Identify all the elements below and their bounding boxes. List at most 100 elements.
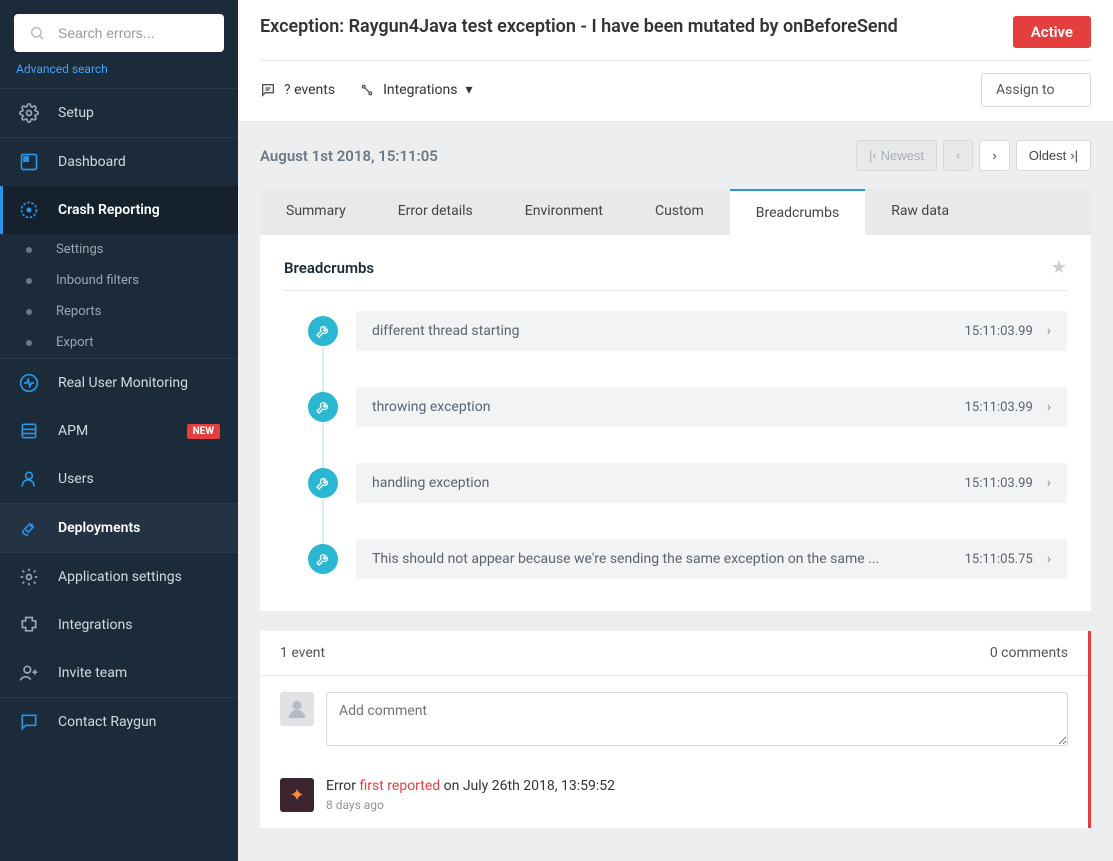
breadcrumb-message: handling exception	[372, 475, 951, 491]
tab-raw-data[interactable]: Raw data	[865, 189, 975, 235]
new-badge: NEW	[187, 424, 220, 439]
occurrence-date: August 1st 2018, 15:11:05	[260, 147, 438, 165]
timeline-line	[322, 329, 324, 561]
first-icon: |‹	[869, 148, 877, 163]
next-button[interactable]: ›	[979, 140, 1009, 171]
sidebar: Advanced search Setup Dashboard Crash	[0, 0, 238, 861]
raygun-icon: ✦	[280, 778, 314, 812]
breadcrumb-row: This should not appear because we're sen…	[308, 539, 1067, 579]
first-reported-link[interactable]: first reported	[360, 778, 441, 794]
puzzle-icon	[18, 614, 40, 636]
main-content: Exception: Raygun4Java test exception - …	[238, 0, 1113, 861]
breadcrumb-item[interactable]: This should not appear because we're sen…	[356, 539, 1067, 579]
search-box[interactable]	[14, 14, 224, 52]
sidebar-item-crash-reporting[interactable]: Crash Reporting	[0, 186, 238, 234]
sidebar-item-label: Dashboard	[58, 154, 126, 170]
chevron-right-icon: ›	[1047, 551, 1051, 567]
breadcrumb-row: throwing exception 15:11:03.99 ›	[308, 387, 1067, 427]
sidebar-sub-reports[interactable]: Reports	[0, 296, 238, 327]
chevron-right-icon: ›	[992, 148, 996, 163]
users-icon	[18, 468, 40, 490]
sidebar-item-label: APM	[58, 423, 88, 439]
breadcrumb-message: different thread starting	[372, 323, 951, 339]
status-pill[interactable]: Active	[1013, 16, 1091, 48]
page-title: Exception: Raygun4Java test exception - …	[260, 16, 999, 37]
tab-summary[interactable]: Summary	[260, 189, 372, 235]
breadcrumb-message: This should not appear because we're sen…	[372, 551, 951, 567]
header: Exception: Raygun4Java test exception - …	[238, 0, 1113, 122]
sidebar-item-integrations[interactable]: Integrations	[0, 601, 238, 649]
search-icon	[26, 22, 48, 44]
advanced-search-link[interactable]: Advanced search	[0, 58, 238, 88]
sidebar-item-apm[interactable]: APM NEW	[0, 407, 238, 455]
assign-to-select[interactable]: Assign to	[981, 73, 1091, 107]
integrations-icon	[359, 82, 375, 98]
dot-icon	[26, 278, 32, 284]
event-ago: 8 days ago	[326, 798, 615, 812]
chevron-right-icon: ›	[1047, 323, 1051, 339]
invite-icon	[18, 662, 40, 684]
sidebar-item-users[interactable]: Users	[0, 455, 238, 503]
panel-title: Breadcrumbs	[284, 259, 374, 277]
gear-icon	[18, 102, 40, 124]
chat-icon	[18, 711, 40, 733]
breadcrumb-message: throwing exception	[372, 399, 951, 415]
gear-icon	[18, 566, 40, 588]
breadcrumb-time: 15:11:03.99	[965, 400, 1033, 415]
sidebar-sub-inbound-filters[interactable]: Inbound filters	[0, 265, 238, 296]
dot-icon	[26, 340, 32, 346]
tab-breadcrumbs[interactable]: Breadcrumbs	[730, 189, 865, 235]
comment-icon	[260, 82, 276, 98]
integrations-dropdown[interactable]: Integrations ▾	[359, 82, 472, 98]
breadcrumb-time: 15:11:03.99	[965, 324, 1033, 339]
chevron-down-icon: ▾	[466, 82, 473, 98]
comment-input[interactable]	[326, 692, 1068, 746]
breadcrumb-row: different thread starting 15:11:03.99 ›	[308, 311, 1067, 351]
star-icon[interactable]: ★	[1051, 257, 1067, 278]
avatar	[280, 692, 314, 726]
breadcrumbs-panel: Breadcrumbs ★ different thread starting …	[260, 235, 1091, 611]
breadcrumb-item[interactable]: throwing exception 15:11:03.99 ›	[356, 387, 1067, 427]
wrench-icon	[308, 544, 338, 574]
dot-icon	[26, 247, 32, 253]
breadcrumb-time: 15:11:03.99	[965, 476, 1033, 491]
wrench-icon	[308, 316, 338, 346]
sidebar-item-label: Integrations	[58, 617, 132, 633]
sidebar-item-label: Deployments	[58, 520, 140, 536]
search-input[interactable]	[58, 25, 239, 41]
sidebar-item-invite[interactable]: Invite team	[0, 649, 238, 697]
sidebar-item-setup[interactable]: Setup	[0, 89, 238, 137]
events-toggle[interactable]: ? events	[260, 82, 335, 98]
event-count: 1 event	[280, 645, 325, 661]
sidebar-item-contact[interactable]: Contact Raygun	[0, 698, 238, 746]
last-icon: ›|	[1070, 148, 1078, 163]
layers-icon	[18, 420, 40, 442]
tab-environment[interactable]: Environment	[499, 189, 629, 235]
wrench-icon	[308, 392, 338, 422]
breadcrumb-time: 15:11:05.75	[965, 552, 1033, 567]
pulse-icon	[18, 372, 40, 394]
breadcrumb-item[interactable]: handling exception 15:11:03.99 ›	[356, 463, 1067, 503]
tab-custom[interactable]: Custom	[629, 189, 730, 235]
sidebar-item-deployments[interactable]: Deployments	[0, 504, 238, 552]
oldest-button[interactable]: Oldest ›|	[1016, 140, 1091, 171]
sidebar-sub-settings[interactable]: Settings	[0, 234, 238, 265]
rocket-icon	[18, 517, 40, 539]
sidebar-sub-export[interactable]: Export	[0, 327, 238, 358]
tab-error-details[interactable]: Error details	[372, 189, 499, 235]
dashboard-icon	[18, 151, 40, 173]
tabs: Summary Error details Environment Custom…	[260, 189, 1091, 235]
comment-count: 0 comments	[990, 645, 1068, 661]
sidebar-item-label: Contact Raygun	[58, 714, 156, 730]
chevron-right-icon: ›	[1047, 475, 1051, 491]
wrench-icon	[308, 468, 338, 498]
dot-icon	[26, 309, 32, 315]
sidebar-item-rum[interactable]: Real User Monitoring	[0, 359, 238, 407]
sidebar-item-dashboard[interactable]: Dashboard	[0, 138, 238, 186]
sidebar-item-label: Application settings	[58, 569, 182, 585]
target-icon	[18, 199, 40, 221]
breadcrumb-item[interactable]: different thread starting 15:11:03.99 ›	[356, 311, 1067, 351]
sidebar-item-app-settings[interactable]: Application settings	[0, 553, 238, 601]
prev-button: ‹	[943, 140, 973, 171]
event-text: Error first reported on July 26th 2018, …	[326, 778, 615, 794]
